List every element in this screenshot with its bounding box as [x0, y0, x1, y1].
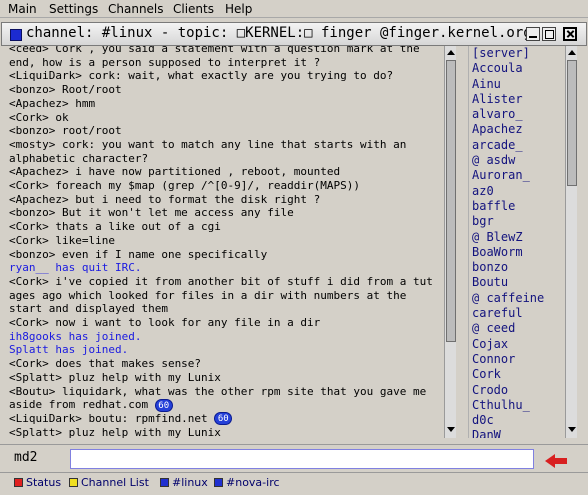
chat-message: <Splatt> pluz help with my Lunix	[9, 370, 221, 384]
lag-badge: 60	[214, 412, 233, 426]
chat-message: <Apachez> i have now partitioned , reboo…	[9, 165, 341, 179]
nick-list-item[interactable]: bonzo	[469, 260, 544, 275]
nick-list-item[interactable]: Auroran_	[469, 168, 544, 183]
nick-list-item[interactable]: alvaro_	[469, 107, 544, 122]
nick-scroll-down-arrow[interactable]	[567, 424, 577, 434]
send-arrow-icon[interactable]	[545, 454, 569, 468]
nick-list-scrollbar[interactable]	[565, 46, 577, 438]
tab-linux[interactable]: #linux	[160, 476, 208, 492]
scroll-up-arrow[interactable]	[446, 48, 456, 58]
nick-list-item[interactable]: Accoula	[469, 61, 544, 76]
maximize-button[interactable]	[542, 27, 556, 41]
chat-message: <Boutu> liquidark, what was the other rp…	[9, 384, 433, 412]
chat-message: <mosty> cork: you want to match any line…	[9, 137, 413, 165]
nick-list-item[interactable]: BoaWorm	[469, 245, 544, 260]
nick-list-item[interactable]: Boutu	[469, 275, 544, 290]
chat-message: <bonzo> Root/root	[9, 83, 122, 97]
channel-list-tab-icon	[69, 478, 78, 487]
nick-list-item[interactable]: d0c	[469, 413, 544, 428]
nick-list: [server] Accoula Ainu Alister alvaro_ Apachez…	[468, 46, 564, 438]
minimize-button[interactable]	[526, 27, 540, 41]
system-message: ryan__ has quit IRC.	[9, 261, 142, 275]
nick-list-item[interactable]: Crodo	[469, 383, 544, 398]
tab-channel-list[interactable]: Channel List	[69, 476, 149, 492]
chat-message: <Apachez> but i need to format the disk …	[9, 192, 321, 206]
window-tabs: Status Channel List #linux #nova-irc	[0, 472, 588, 495]
lag-badge: 60	[154, 398, 173, 412]
chat-message: <bonzo> even if I name one specifically	[9, 247, 268, 261]
nick-list-item[interactable]: Cthulhu_	[469, 398, 544, 413]
chat-scroll-thumb[interactable]	[446, 60, 456, 342]
nick-list-item[interactable]: careful	[469, 306, 544, 321]
chat-message: <Splatt> pluz help with my Lunix	[9, 425, 221, 438]
chat-message: <LiquiDark> cork: wait, what exactly are…	[9, 69, 394, 83]
status-tab-icon	[14, 478, 23, 487]
menu-settings[interactable]: Settings	[49, 2, 98, 16]
message-input[interactable]	[70, 449, 534, 469]
chat-log: <ceed> Cork , you said a statement with …	[6, 46, 442, 438]
nick-list-item[interactable]: DanW	[469, 428, 544, 438]
nick-list-server[interactable]: [server]	[469, 46, 544, 61]
menu-clients[interactable]: Clients	[173, 2, 214, 16]
nova-irc-tab-icon	[214, 478, 223, 487]
chat-message: <Cork> like=line	[9, 233, 115, 247]
nick-list-item[interactable]: az0	[469, 184, 544, 199]
system-message: Splatt has joined.	[9, 343, 129, 357]
nick-list-item[interactable]: arcade_	[469, 138, 544, 153]
chat-message: <Cork> i've copied it from another bit o…	[9, 274, 440, 316]
chat-message: <Cork> now i want to look for any file i…	[9, 316, 321, 330]
window-icon	[10, 29, 22, 41]
close-button[interactable]	[563, 27, 577, 41]
menu-help[interactable]: Help	[225, 2, 252, 16]
nick-list-item[interactable]: Apachez	[469, 122, 544, 137]
nick-list-item[interactable]: @ ceed	[469, 321, 544, 336]
nick-list-item[interactable]: baffle	[469, 199, 544, 214]
window-title: channel: #linux - topic: □KERNEL:□ finge…	[26, 25, 526, 41]
nick-list-item[interactable]: Cork	[469, 367, 544, 382]
channel-window-titlebar[interactable]: channel: #linux - topic: □KERNEL:□ finge…	[1, 22, 587, 46]
nick-list-item[interactable]: Cojax	[469, 337, 544, 352]
current-nick: md2	[14, 450, 38, 465]
chat-message: <LiquiDark> boutu: rpmfind.net 60	[9, 412, 439, 426]
chat-message: <Cork> does that makes sense?	[9, 357, 202, 371]
nick-list-item[interactable]: Ainu	[469, 77, 544, 92]
nick-list-item[interactable]: @ caffeine	[469, 291, 544, 306]
menu-channels[interactable]: Channels	[108, 2, 164, 16]
nick-list-item[interactable]: @ asdw	[469, 153, 544, 168]
chat-message: <bonzo> root/root	[9, 124, 122, 138]
chat-message: <ceed> Cork , you said a statement with …	[9, 46, 427, 69]
chat-message: <Cork> ok	[9, 110, 69, 124]
linux-tab-icon	[160, 478, 169, 487]
input-row: md2	[0, 444, 588, 472]
menu-main[interactable]: Main	[8, 2, 37, 16]
chat-message: <Cork> foreach my $map (grep /^[0-9]/, r…	[9, 179, 360, 193]
nick-list-item[interactable]: Connor	[469, 352, 544, 367]
scroll-down-arrow[interactable]	[446, 424, 456, 434]
system-message: ih8gooks has joined.	[9, 329, 142, 343]
nick-scroll-thumb[interactable]	[567, 60, 577, 186]
chat-scrollbar[interactable]	[444, 46, 456, 438]
tab-nova-irc[interactable]: #nova-irc	[214, 476, 280, 492]
nick-list-item[interactable]: @ BlewZ	[469, 230, 544, 245]
tab-status[interactable]: Status	[14, 476, 61, 492]
nick-scroll-up-arrow[interactable]	[567, 48, 577, 58]
chat-message: <bonzo> But it won't let me access any f…	[9, 206, 294, 220]
nick-list-item[interactable]: bgr	[469, 214, 544, 229]
nick-list-item[interactable]: Alister	[469, 92, 544, 107]
chat-message: <Apachez> hmm	[9, 96, 96, 110]
chat-message: <Cork> thats a like out of a cgi	[9, 220, 221, 234]
menu-bar: Main Settings Channels Clients Help	[0, 0, 588, 18]
